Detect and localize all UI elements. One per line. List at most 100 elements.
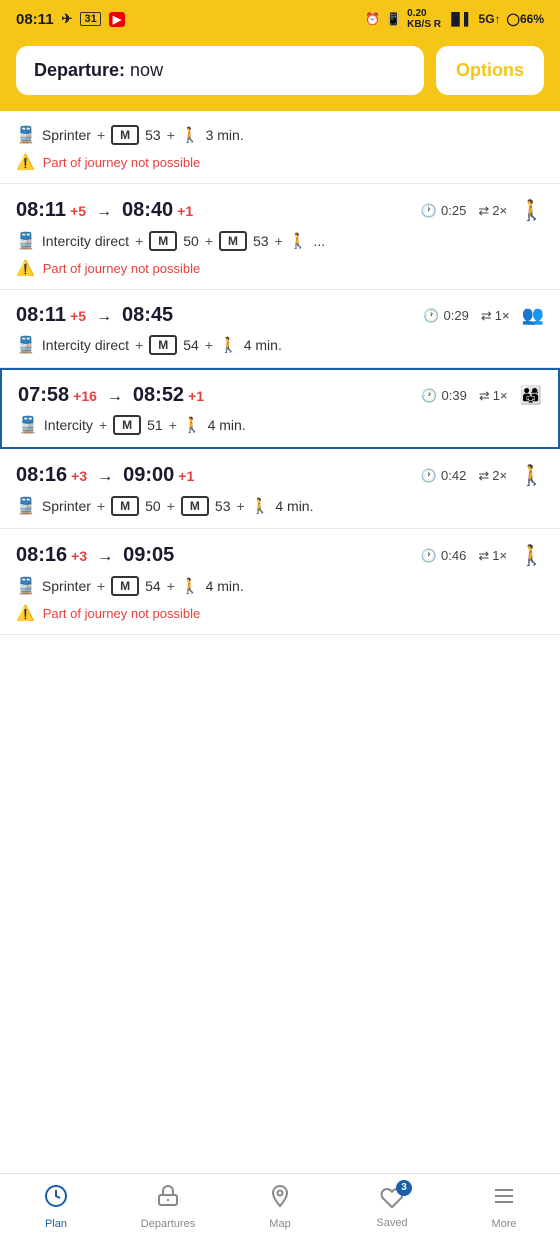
battery-icon: ◯66%: [507, 12, 544, 26]
saved-icon: 3: [380, 1186, 404, 1213]
walk-icon: 🚶: [289, 232, 308, 250]
metro-number: 54: [183, 337, 199, 353]
nav-map-label: Map: [269, 1218, 290, 1230]
calendar-icon: 31: [80, 12, 100, 26]
nav-saved-label: Saved: [376, 1217, 407, 1229]
nav-saved[interactable]: 3 Saved: [362, 1186, 422, 1229]
arr-time: 08:40: [122, 199, 173, 222]
metro-number: 50: [145, 498, 161, 514]
walk-icon: 🚶: [219, 336, 238, 354]
metro-number: 51: [147, 417, 163, 433]
metro-number: 53: [215, 498, 231, 514]
nav-departures[interactable]: Departures: [138, 1184, 198, 1230]
crowd-icon: 🚶: [519, 543, 544, 568]
departure-value: now: [130, 60, 163, 80]
nav-plan[interactable]: Plan: [26, 1184, 86, 1230]
alarm-icon: ⏰: [365, 12, 380, 26]
warning-icon: ⚠️: [16, 259, 35, 277]
arr-time: 09:00: [123, 464, 174, 487]
train-name: Sprinter: [42, 498, 91, 514]
saved-badge: 3: [396, 1180, 412, 1196]
arr-time: 08:52: [133, 384, 184, 407]
metro-number: 54: [145, 578, 161, 594]
signal-icon: ▐▌▌: [447, 12, 473, 26]
train-name: Intercity direct: [42, 337, 129, 353]
metro-number: 53: [253, 233, 269, 249]
walk-time: 4 min.: [208, 417, 246, 433]
status-time: 08:11: [16, 11, 54, 28]
arr-offset: +1: [188, 388, 204, 404]
transfers: ⇄ 1×: [478, 548, 507, 564]
dep-offset: +5: [70, 308, 86, 324]
warning-text: Part of journey not possible: [43, 261, 201, 276]
walk-time: ...: [313, 233, 325, 249]
duration: 🕐 0:25: [421, 203, 467, 219]
plan-icon: [44, 1184, 68, 1214]
departure-label: Departure:: [34, 60, 125, 80]
transfer-icon: ⇄: [479, 388, 490, 404]
departures-icon: [156, 1184, 180, 1214]
warning-icon: ⚠️: [16, 153, 35, 171]
metro-badge: M: [181, 496, 209, 516]
journey-item-highlighted[interactable]: 07:58 +16 → 08:52 +1 🕐 0:39 ⇄ 1× 👨‍👩‍👧 🚆: [0, 368, 560, 449]
duration: 🕐 0:46: [421, 548, 467, 564]
metro-badge: M: [219, 231, 247, 251]
dep-time: 08:11: [16, 304, 66, 327]
journey-item[interactable]: 08:16 +3 → 09:05 🕐 0:46 ⇄ 1× 🚶 🚆 Sprinte…: [0, 529, 560, 635]
crowd-icon: 👨‍👩‍👧: [520, 385, 542, 406]
transfer-icon: ⇄: [478, 468, 489, 484]
nav-plan-label: Plan: [45, 1218, 67, 1230]
arr-time: 09:05: [123, 544, 174, 567]
nav-more-label: More: [491, 1218, 516, 1230]
walk-icon: 🚶: [183, 416, 202, 434]
clock-icon: 🕐: [421, 203, 437, 219]
crowd-icon: 🚶: [519, 463, 544, 488]
train-icon: 🚆: [16, 576, 36, 596]
data-speed: 0.20KB/S R: [407, 8, 441, 30]
duration: 🕐 0:42: [421, 468, 467, 484]
crowd-icon: 👥: [522, 305, 544, 326]
header: Departure: now Options: [0, 36, 560, 111]
arr-offset: +1: [177, 203, 193, 219]
metro-badge: M: [111, 496, 139, 516]
nav-more[interactable]: More: [474, 1184, 534, 1230]
transfer-icon: ⇄: [478, 203, 489, 219]
youtube-icon: ▶: [109, 12, 125, 27]
walk-time: 4 min.: [275, 498, 313, 514]
more-icon: [492, 1184, 516, 1214]
walk-time: 4 min.: [206, 578, 244, 594]
dep-offset: +3: [71, 548, 87, 564]
dep-offset: +3: [71, 468, 87, 484]
nav-departures-label: Departures: [141, 1218, 195, 1230]
journey-item[interactable]: 08:11 +5 → 08:45 🕐 0:29 ⇄ 1× 👥 🚆 Interci…: [0, 290, 560, 368]
metro-badge: M: [111, 125, 139, 145]
clock-icon: 🕐: [421, 468, 437, 484]
options-button[interactable]: Options: [436, 46, 544, 95]
train-icon: 🚆: [18, 415, 38, 435]
dep-time: 08:16: [16, 544, 67, 567]
map-icon: [268, 1184, 292, 1214]
airplane-icon: ✈: [62, 11, 73, 27]
5g-icon: 5G↑: [479, 12, 501, 26]
warning-icon: ⚠️: [16, 604, 35, 622]
dep-time: 08:11: [16, 199, 66, 222]
journey-list: 🚆 Sprinter + M 53 + 🚶 3 min. ⚠️ Part of …: [0, 111, 560, 715]
arr-time: 08:45: [122, 304, 173, 327]
journey-item[interactable]: 08:16 +3 → 09:00 +1 🕐 0:42 ⇄ 2× 🚶 🚆 Sp: [0, 449, 560, 529]
transfers: ⇄ 1×: [481, 308, 510, 324]
metro-number: 53: [145, 127, 161, 143]
vibrate-icon: 📳: [386, 12, 401, 26]
train-name: Intercity direct: [42, 233, 129, 249]
train-name: Sprinter: [42, 578, 91, 594]
nav-map[interactable]: Map: [250, 1184, 310, 1230]
metro-badge: M: [149, 335, 177, 355]
transfer-icon: ⇄: [478, 548, 489, 564]
journey-item[interactable]: 🚆 Sprinter + M 53 + 🚶 3 min. ⚠️ Part of …: [0, 111, 560, 184]
journey-item[interactable]: 08:11 +5 → 08:40 +1 🕐 0:25 ⇄ 2× 🚶 🚆 In: [0, 184, 560, 290]
duration: 🕐 0:29: [423, 308, 469, 324]
train-name: Intercity: [44, 417, 93, 433]
warning-text: Part of journey not possible: [43, 155, 201, 170]
walk-icon: 🚶: [181, 577, 200, 595]
walk-icon: 🚶: [251, 497, 270, 515]
transfer-icon: ⇄: [481, 308, 492, 324]
